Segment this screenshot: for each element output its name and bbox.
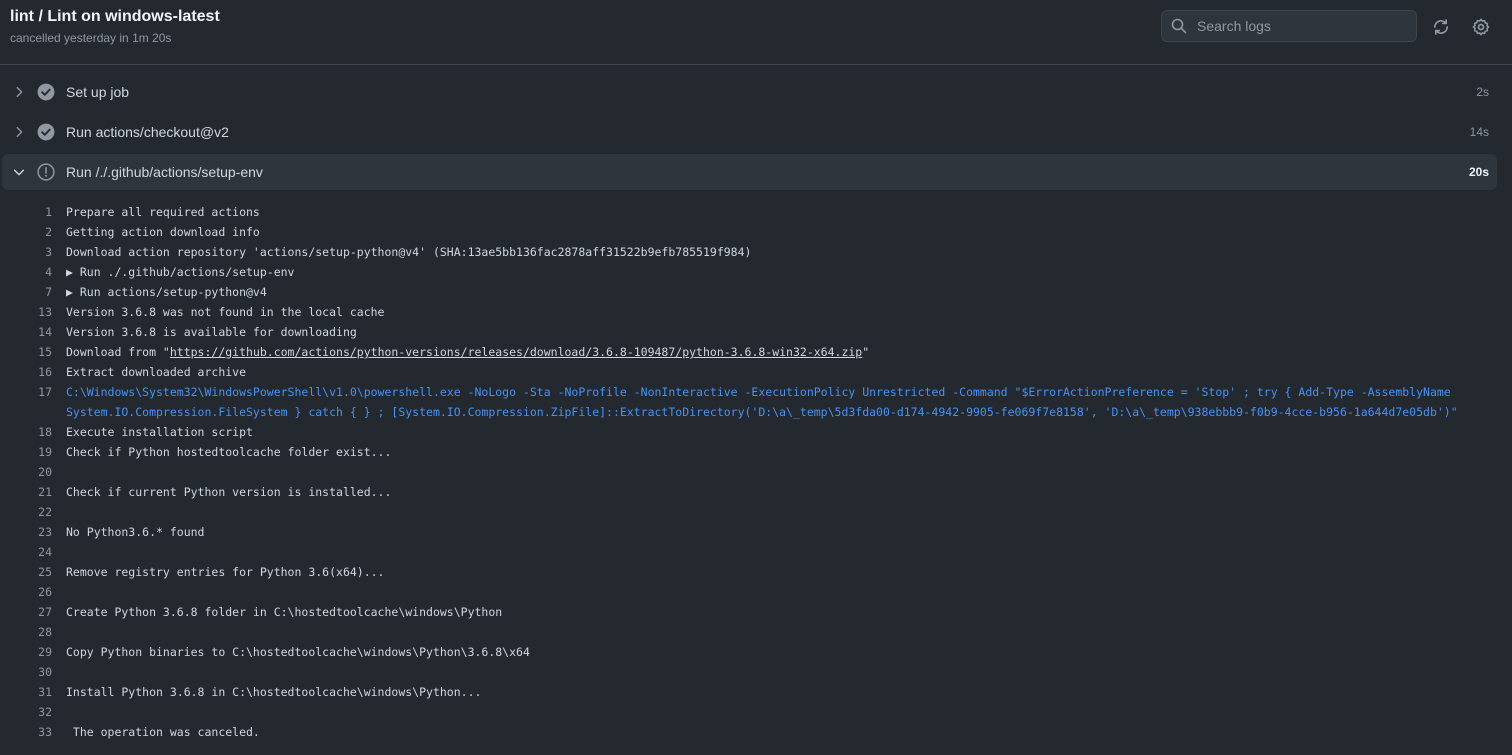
log-line[interactable]: 33 The operation was canceled. xyxy=(2,722,1497,742)
line-number[interactable]: 2 xyxy=(2,225,52,239)
cancelled-alert-icon xyxy=(37,163,55,181)
line-number[interactable]: 14 xyxy=(2,325,52,339)
step-name: Run actions/checkout@v2 xyxy=(66,124,229,140)
line-number[interactable]: 22 xyxy=(2,505,52,519)
line-number[interactable]: 20 xyxy=(2,465,52,479)
line-text: Extract downloaded archive xyxy=(66,365,247,379)
log-line[interactable]: 18 Execute installation script xyxy=(2,422,1497,442)
chevron-right-icon xyxy=(16,126,23,138)
line-number[interactable]: 30 xyxy=(2,665,52,679)
log-line[interactable]: 26 xyxy=(2,582,1497,602)
search-icon xyxy=(1171,18,1187,34)
line-number[interactable]: 7 xyxy=(2,285,52,299)
step-duration: 14s xyxy=(1469,125,1489,139)
step-run-setup-env[interactable]: Run /./.github/actions/setup-env 20s xyxy=(2,154,1497,190)
gear-icon[interactable] xyxy=(1472,18,1490,36)
line-number[interactable]: 19 xyxy=(2,445,52,459)
log-line[interactable]: 22 xyxy=(2,502,1497,522)
step-set-up-job[interactable]: Set up job 2s xyxy=(2,74,1497,110)
download-suffix: " xyxy=(862,345,870,359)
line-number[interactable]: 32 xyxy=(2,705,52,719)
line-text: Getting action download info xyxy=(66,225,260,239)
line-text: Check if Python hostedtoolcache folder e… xyxy=(66,445,392,459)
collapsed-group-text[interactable]: ▶ Run ./.github/actions/setup-env xyxy=(66,265,294,279)
command-text-part2: System.IO.Compression.FileSystem } catch… xyxy=(66,405,1458,419)
line-number[interactable]: 24 xyxy=(2,545,52,559)
log-line[interactable]: 32 xyxy=(2,702,1497,722)
line-text: Create Python 3.6.8 folder in C:\hostedt… xyxy=(66,605,503,619)
line-number[interactable]: 26 xyxy=(2,585,52,599)
line-number[interactable]: 28 xyxy=(2,625,52,639)
line-number[interactable]: 13 xyxy=(2,305,52,319)
job-title: lint / Lint on windows-latest xyxy=(10,8,220,25)
log-line[interactable]: 27 Create Python 3.6.8 folder in C:\hoste… xyxy=(2,602,1497,622)
log-line[interactable]: 3 Download action repository 'actions/set… xyxy=(2,242,1497,262)
log-line[interactable]: 21 Check if current Python version is ins… xyxy=(2,482,1497,502)
log-line[interactable]: 20 xyxy=(2,462,1497,482)
line-number[interactable]: 29 xyxy=(2,645,52,659)
search-logs-input[interactable] xyxy=(1195,17,1399,35)
line-number[interactable]: 1 xyxy=(2,205,52,219)
line-number[interactable]: 15 xyxy=(2,345,52,359)
log-line[interactable]: 23 No Python3.6.* found xyxy=(2,522,1497,542)
line-number[interactable]: 18 xyxy=(2,425,52,439)
step-duration: 20s xyxy=(1468,165,1489,179)
job-header: lint / Lint on windows-latest cancelled … xyxy=(0,0,1512,65)
command-text-part1: C:\Windows\System32\WindowsPowerShell\v1… xyxy=(66,385,1451,399)
line-text: Execute installation script xyxy=(66,425,253,439)
log-line[interactable]: 19 Check if Python hostedtoolcache folder… xyxy=(2,442,1497,462)
line-text: Copy Python binaries to C:\hostedtoolcac… xyxy=(66,645,530,659)
log-line[interactable]: 15 Download from "https://github.com/acti… xyxy=(2,342,1497,362)
log-line[interactable]: 14 Version 3.6.8 is available for downloa… xyxy=(2,322,1497,342)
job-status-subtitle: cancelled yesterday in 1m 20s xyxy=(10,31,172,45)
log-line[interactable]: 16 Extract downloaded archive xyxy=(2,362,1497,382)
line-number[interactable]: 16 xyxy=(2,365,52,379)
line-text: Check if current Python version is insta… xyxy=(66,485,392,499)
log-line[interactable]: 13 Version 3.6.8 was not found in the loc… xyxy=(2,302,1497,322)
log-line[interactable]: 31 Install Python 3.6.8 in C:\hostedtoolc… xyxy=(2,682,1497,702)
step-run-checkout[interactable]: Run actions/checkout@v2 14s xyxy=(2,114,1497,150)
step-name: Set up job xyxy=(66,84,130,100)
log-group-run-setup-env[interactable]: 4 ▶ Run ./.github/actions/setup-env xyxy=(2,262,1497,282)
line-number[interactable]: 3 xyxy=(2,245,52,259)
line-text: Version 3.6.8 is available for downloadi… xyxy=(66,325,357,339)
line-text: Prepare all required actions xyxy=(66,205,260,219)
log-line[interactable]: 2 Getting action download info xyxy=(2,222,1497,242)
search-logs-box[interactable] xyxy=(1161,10,1417,42)
log-line[interactable]: 25 Remove registry entries for Python 3.6… xyxy=(2,562,1497,582)
line-text: No Python3.6.* found xyxy=(66,525,205,539)
check-circle-icon xyxy=(37,83,55,101)
line-text: Version 3.6.8 was not found in the local… xyxy=(66,305,385,319)
step-duration: 2s xyxy=(1476,85,1489,99)
line-text: Download action repository 'actions/setu… xyxy=(66,245,752,259)
log-group-run-setup-python[interactable]: 7 ▶ Run actions/setup-python@v4 xyxy=(2,282,1497,302)
chevron-down-icon xyxy=(13,169,25,176)
log-line[interactable]: 24 xyxy=(2,542,1497,562)
line-text: The operation was canceled. xyxy=(66,725,260,739)
chevron-right-icon xyxy=(16,86,23,98)
log-line-command[interactable]: 17 C:\Windows\System32\WindowsPowerShell\… xyxy=(2,382,1497,422)
log-line[interactable]: 30 xyxy=(2,662,1497,682)
line-number[interactable]: 17 xyxy=(2,385,52,399)
line-number[interactable]: 33 xyxy=(2,725,52,739)
line-number[interactable]: 21 xyxy=(2,485,52,499)
step-name: Run /./.github/actions/setup-env xyxy=(66,164,263,180)
download-prefix: Download from " xyxy=(66,345,170,359)
line-text: Remove registry entries for Python 3.6(x… xyxy=(66,565,385,579)
line-number[interactable]: 31 xyxy=(2,685,52,699)
log-line[interactable]: 29 Copy Python binaries to C:\hostedtoolc… xyxy=(2,642,1497,662)
line-number[interactable]: 23 xyxy=(2,525,52,539)
log-line[interactable]: 28 xyxy=(2,622,1497,642)
line-number[interactable]: 25 xyxy=(2,565,52,579)
log-line[interactable]: 1 Prepare all required actions xyxy=(2,202,1497,222)
check-circle-icon xyxy=(37,123,55,141)
line-number[interactable]: 4 xyxy=(2,265,52,279)
download-link[interactable]: https://github.com/actions/python-versio… xyxy=(170,345,862,359)
sync-icon[interactable] xyxy=(1432,18,1450,36)
line-text: Install Python 3.6.8 in C:\hostedtoolcac… xyxy=(66,685,482,699)
line-number[interactable]: 27 xyxy=(2,605,52,619)
line-text: Download from "https://github.com/action… xyxy=(66,345,869,359)
collapsed-group-text[interactable]: ▶ Run actions/setup-python@v4 xyxy=(66,285,267,299)
